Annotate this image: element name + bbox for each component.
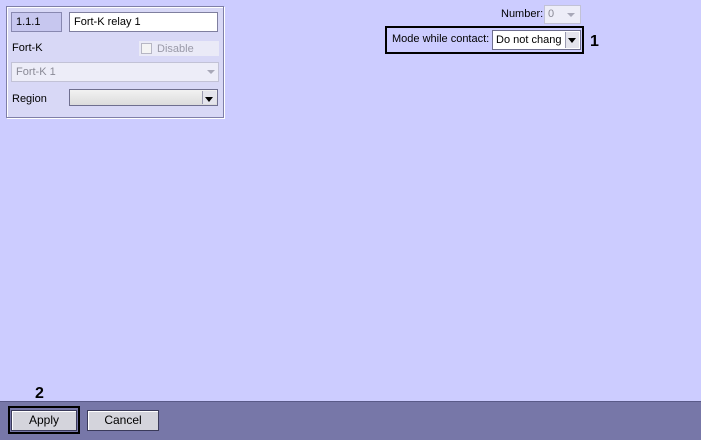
- object-name-input[interactable]: Fort-K relay 1: [69, 12, 218, 32]
- fortk-select-value: Fort-K 1: [16, 66, 56, 78]
- footer-toolbar: Apply Cancel: [0, 401, 701, 440]
- fortk-label: Fort-K: [12, 42, 43, 54]
- disable-checkbox[interactable]: Disable: [139, 41, 219, 56]
- number-label: Number:: [501, 8, 544, 20]
- disable-checkbox-label: Disable: [157, 42, 194, 55]
- mode-while-contact-label: Mode while contact:: [392, 33, 490, 45]
- object-id-field: 1.1.1: [11, 12, 62, 32]
- callout-number-1: 1: [590, 33, 599, 50]
- chevron-down-icon: [567, 13, 575, 17]
- fortk-select[interactable]: Fort-K 1: [11, 62, 219, 82]
- mode-select-value: Do not chang: [496, 34, 562, 46]
- number-select-value: 0: [548, 8, 555, 20]
- region-label: Region: [12, 93, 47, 105]
- region-select[interactable]: [69, 89, 218, 106]
- chevron-down-icon: [207, 70, 215, 74]
- number-select[interactable]: 0: [544, 5, 581, 24]
- mode-while-contact-select[interactable]: Do not chang: [492, 30, 581, 50]
- cancel-button[interactable]: Cancel: [87, 410, 159, 431]
- relay-properties-panel: 1.1.1 Fort-K relay 1 Fort-K Disable Fort…: [6, 6, 224, 118]
- checkbox-icon[interactable]: [141, 43, 152, 54]
- apply-highlight-frame: [8, 406, 80, 434]
- chevron-down-icon[interactable]: [565, 32, 579, 48]
- chevron-down-icon[interactable]: [202, 91, 216, 104]
